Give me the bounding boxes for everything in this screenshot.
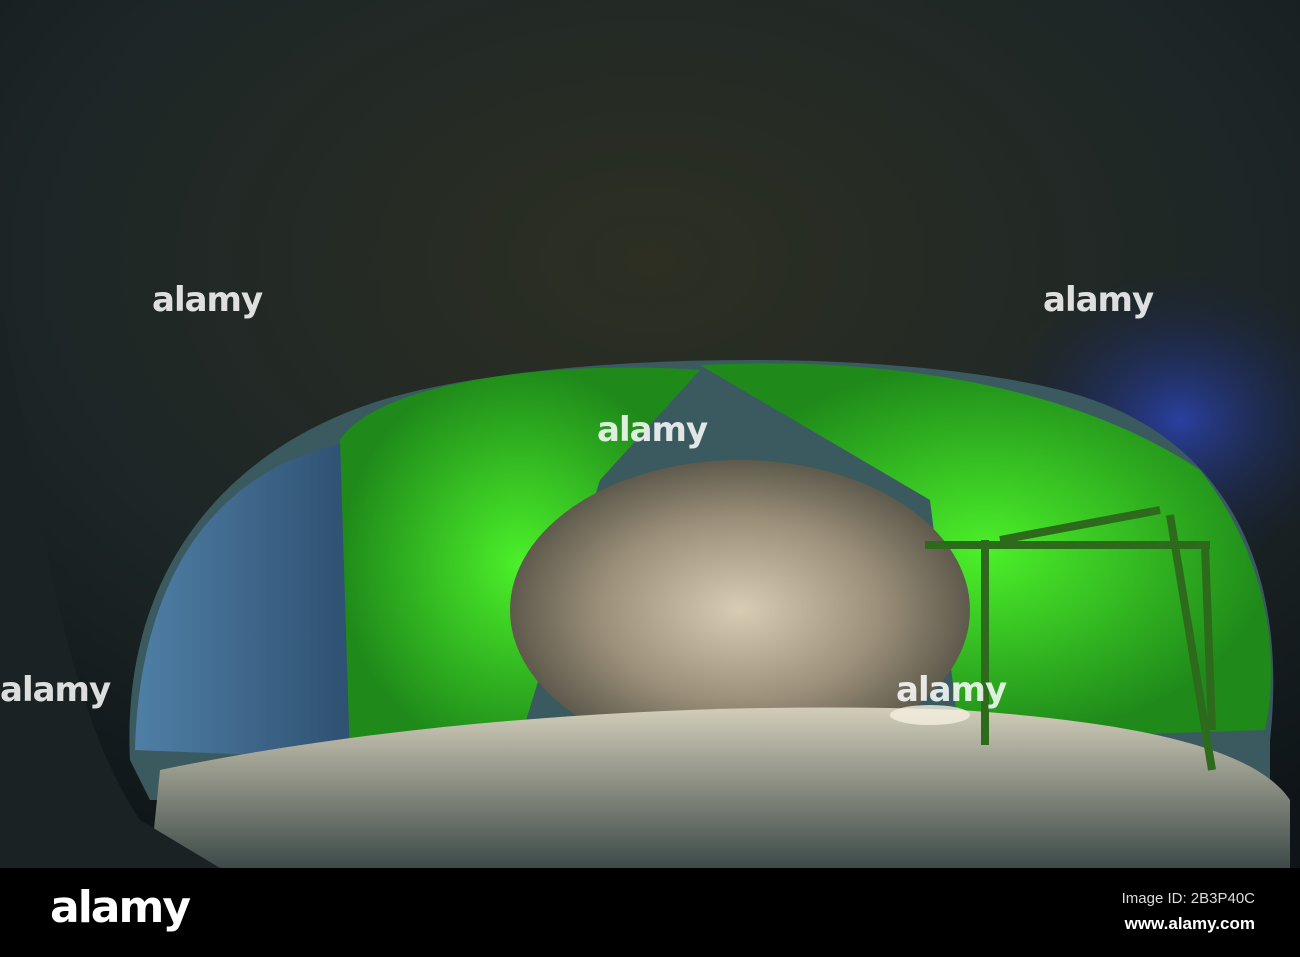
- watermark: alamy: [0, 670, 111, 710]
- watermark: alamy: [1043, 280, 1154, 320]
- site-url: www.alamy.com: [1124, 914, 1255, 933]
- footer-bar: alamy Image ID: 2B3P40C www.alamy.com: [0, 868, 1300, 957]
- stock-photo: alamy alamy alamy alamy alamy alamy Imag…: [0, 0, 1300, 957]
- watermark: alamy: [896, 670, 1007, 710]
- alamy-logo: alamy: [50, 882, 191, 933]
- watermark: alamy: [152, 280, 263, 320]
- watermark: alamy: [597, 410, 708, 450]
- image-id: Image ID: 2B3P40C: [1121, 890, 1255, 907]
